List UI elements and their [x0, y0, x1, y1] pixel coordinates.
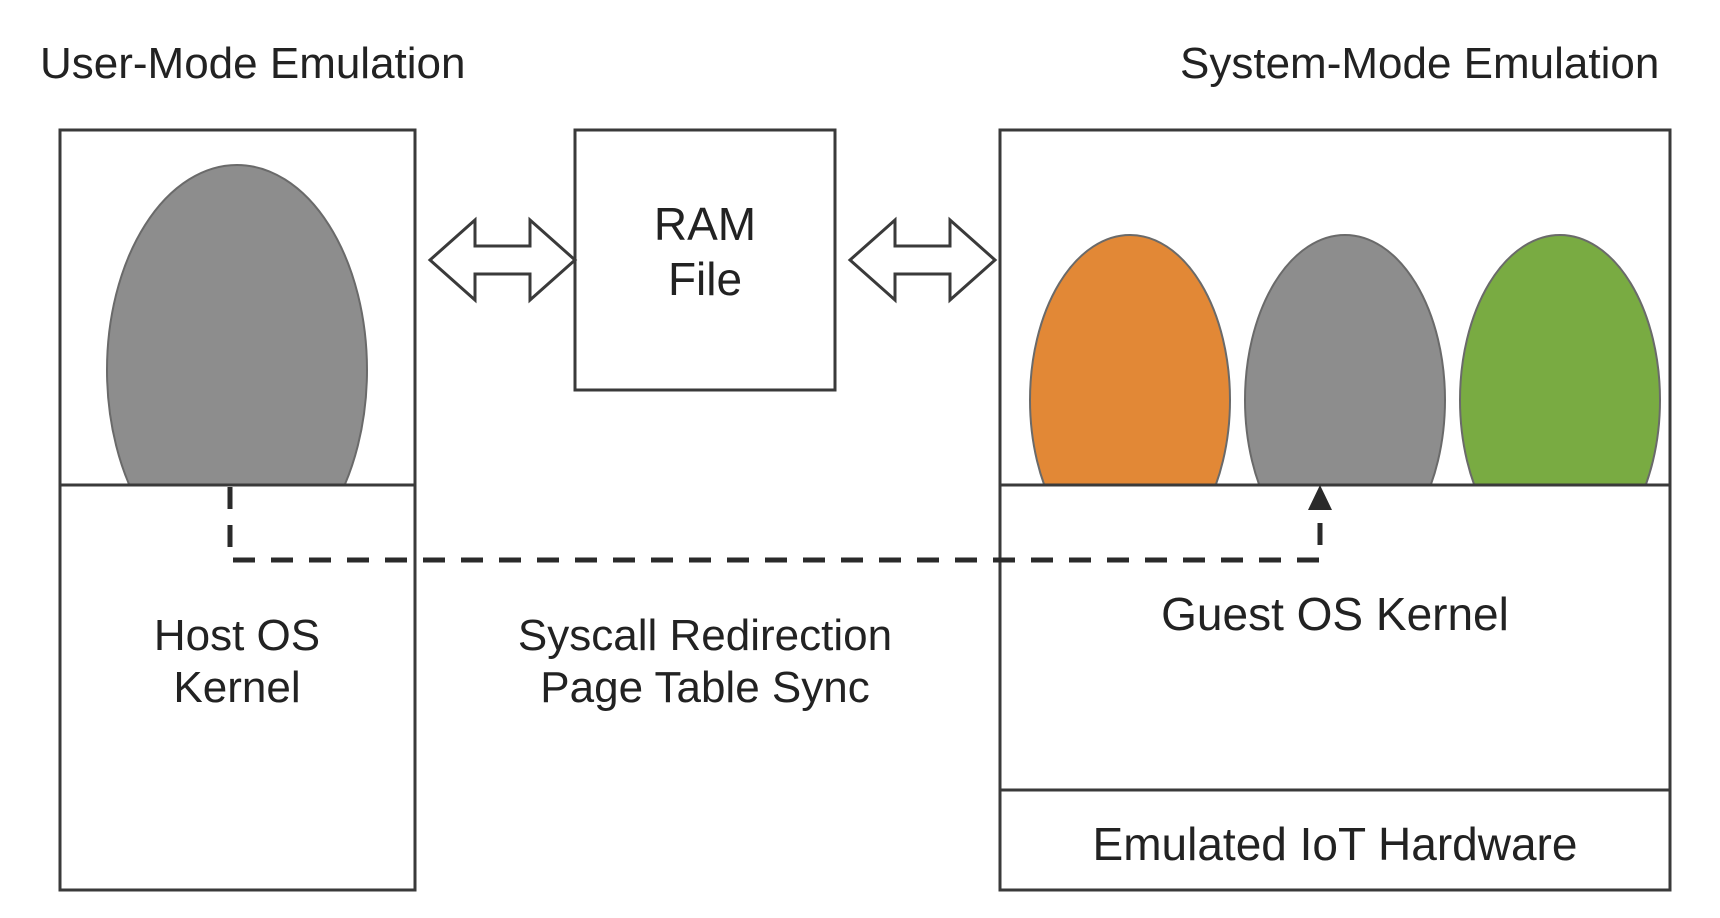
ram-file-label-line1: RAM	[654, 198, 756, 250]
syscall-redirection-connector	[230, 487, 1320, 560]
syscall-arrowhead-icon	[1308, 485, 1332, 510]
host-os-kernel-label-line1: Host OS	[154, 611, 320, 660]
center-label-line1: Syscall Redirection	[518, 611, 892, 660]
right-title: System-Mode Emulation	[1180, 39, 1659, 88]
guest-process-ellipse-green	[1460, 235, 1660, 565]
user-mode-process-ellipse	[107, 165, 367, 575]
emulated-iot-hardware-label: Emulated IoT Hardware	[1093, 818, 1578, 870]
emulation-architecture-diagram: User-Mode Emulation System-Mode Emulatio…	[0, 0, 1720, 918]
guest-process-ellipse-orange	[1030, 235, 1230, 565]
host-os-kernel-label-line2: Kernel	[173, 663, 300, 712]
arrow-left-to-ram	[430, 220, 575, 300]
guest-process-ellipse-gray	[1245, 235, 1445, 565]
center-label-line2: Page Table Sync	[540, 663, 869, 712]
guest-os-kernel-label: Guest OS Kernel	[1161, 588, 1509, 640]
system-mode-box: Guest OS Kernel Emulated IoT Hardware	[1000, 130, 1670, 890]
ram-file-label-line2: File	[668, 253, 742, 305]
left-title: User-Mode Emulation	[40, 39, 466, 88]
ram-file-box: RAM File	[575, 130, 835, 390]
user-mode-box: Host OS Kernel	[60, 130, 415, 890]
arrow-ram-to-right	[850, 220, 995, 300]
